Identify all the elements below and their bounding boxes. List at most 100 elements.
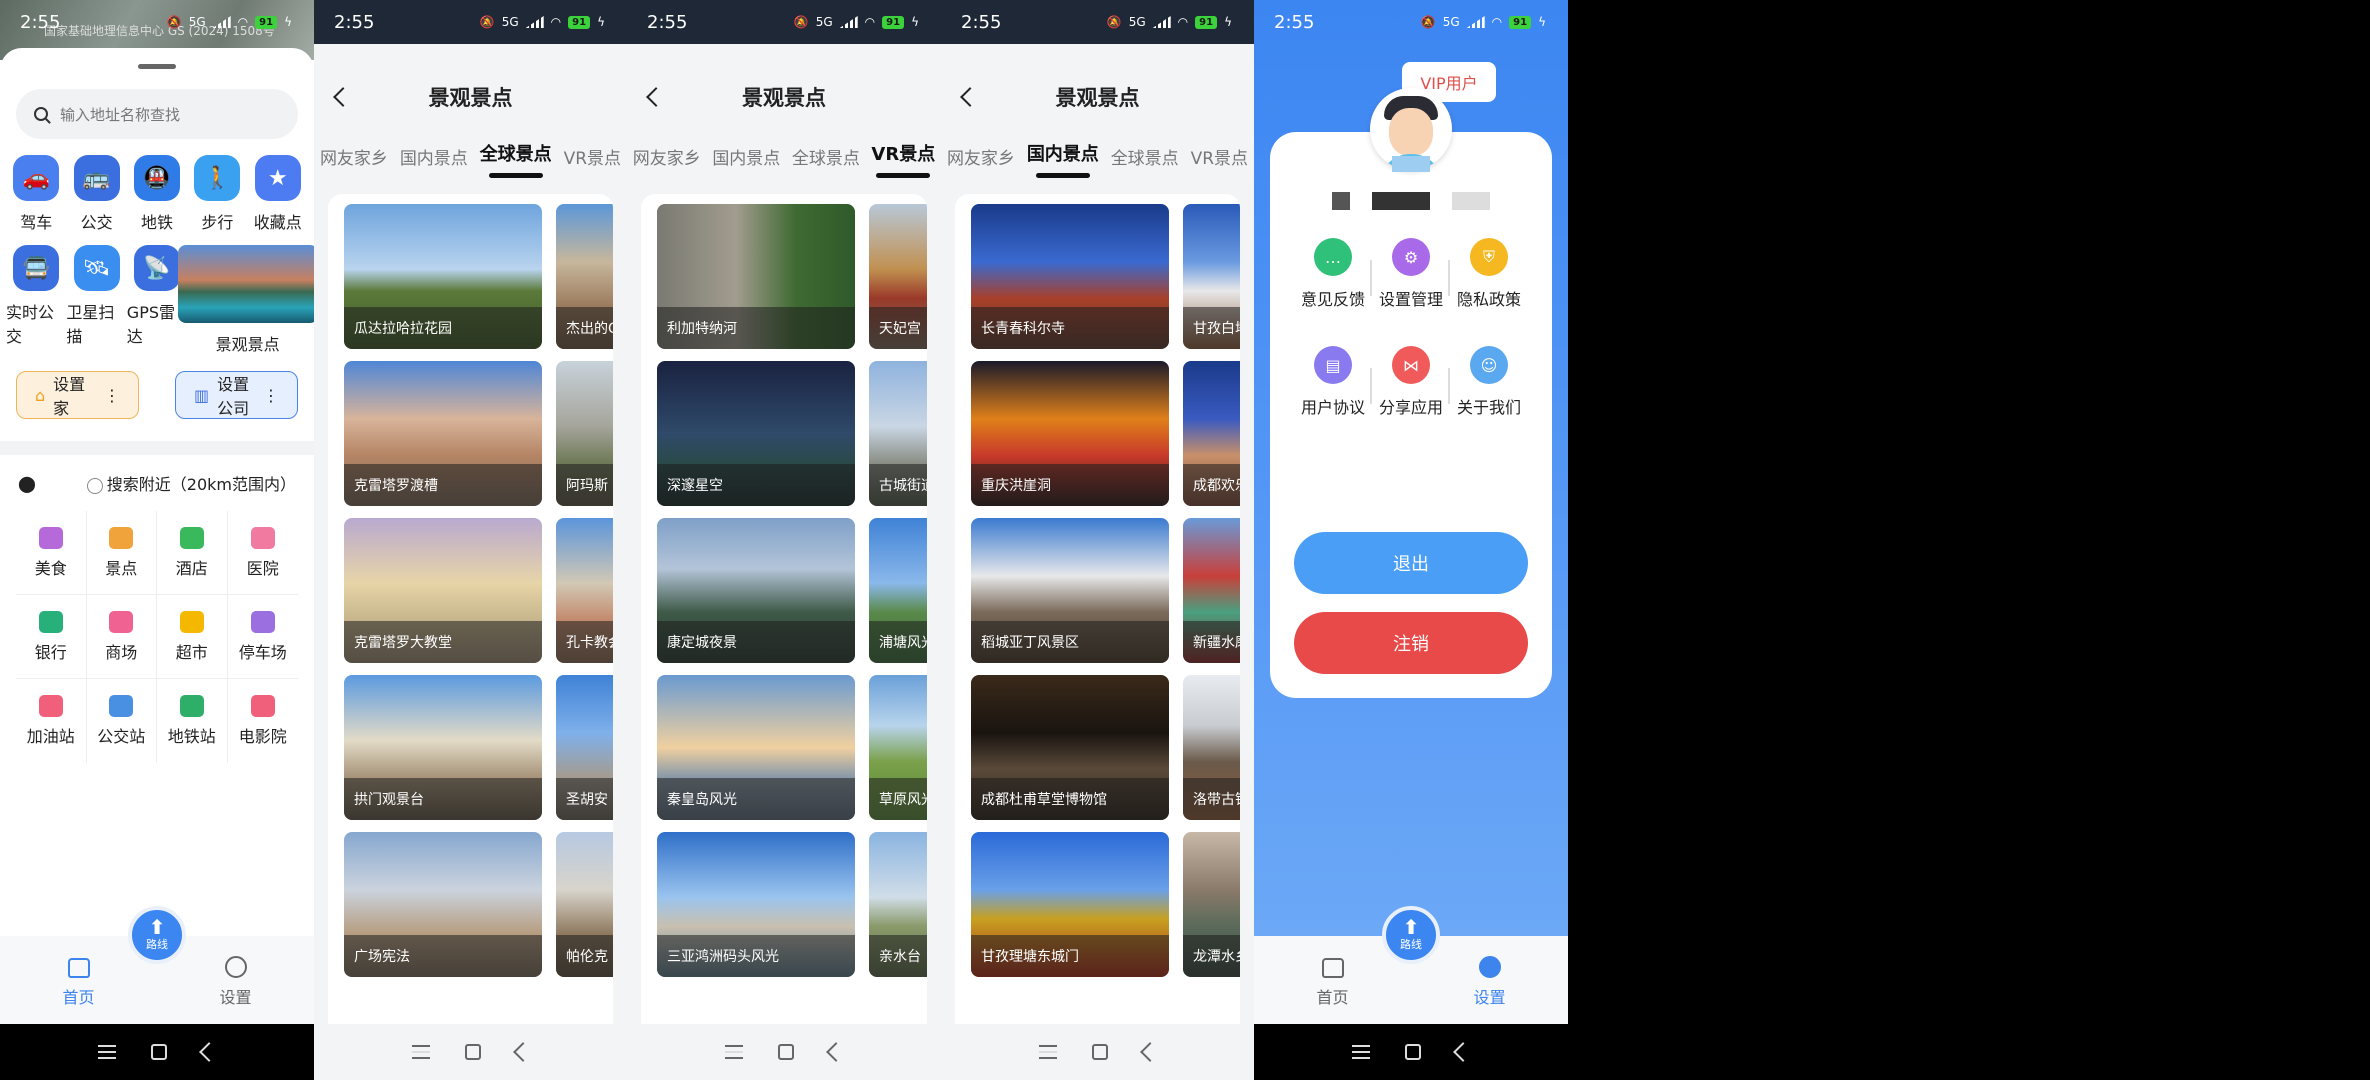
scenic-entry[interactable]: 景观景点 bbox=[177, 245, 314, 355]
poi-item[interactable]: 景点 bbox=[86, 511, 157, 595]
home-nav-icon[interactable] bbox=[1091, 1044, 1108, 1060]
scenic-card[interactable]: 长青春科尔寺 bbox=[971, 204, 1169, 349]
poi-item[interactable]: 加油站 bbox=[16, 679, 87, 763]
scenic-card[interactable]: 古城街道 bbox=[869, 361, 927, 506]
settings-item-share[interactable]: ⋈ 分享应用 bbox=[1372, 346, 1450, 418]
scenic-card[interactable]: 草原风光 bbox=[869, 675, 927, 820]
poi-item[interactable]: 酒店 bbox=[157, 511, 228, 595]
tab-3[interactable]: VR景点 bbox=[871, 140, 935, 178]
scenic-card[interactable]: 新疆水磨沟风景区 bbox=[1183, 518, 1240, 663]
scenic-card[interactable]: 成都欢乐谷 bbox=[1183, 361, 1240, 506]
scenic-card[interactable]: 康定城夜景 bbox=[657, 518, 855, 663]
home-nav-icon[interactable] bbox=[464, 1044, 481, 1060]
scenic-card[interactable]: 利加特纳河 bbox=[657, 204, 855, 349]
tab-1[interactable]: 国内景点 bbox=[712, 144, 780, 182]
scenic-card[interactable]: 孔卡教会 bbox=[556, 518, 613, 663]
back-nav-icon[interactable] bbox=[1139, 1042, 1160, 1062]
scenic-card[interactable]: 圣胡安 · 特奥蒂瓦坎 bbox=[556, 675, 613, 820]
logout-button[interactable]: 退出 bbox=[1294, 532, 1528, 594]
tab-settings[interactable]: 设置 bbox=[191, 956, 281, 1008]
tab-home[interactable]: 首页 bbox=[1288, 958, 1378, 1008]
scenic-card[interactable]: 帕伦克 bbox=[556, 832, 613, 977]
scenic-card[interactable]: 亲水台 bbox=[869, 832, 927, 977]
scenic-card[interactable]: 阿玛斯 · 克雷塔罗广场 bbox=[556, 361, 613, 506]
nearby-toggle[interactable]: 搜索附近（20km范围内） bbox=[86, 471, 296, 495]
poi-item[interactable]: 停车场 bbox=[227, 595, 298, 679]
scenic-card[interactable]: 克雷塔罗大教堂 bbox=[344, 518, 542, 663]
scenic-card[interactable]: 克雷塔罗渡槽 bbox=[344, 361, 542, 506]
poi-item[interactable]: 医院 bbox=[227, 511, 298, 595]
home-nav-icon[interactable] bbox=[777, 1044, 794, 1060]
scenic-card[interactable]: 广场宪法 bbox=[344, 832, 542, 977]
menu-icon[interactable] bbox=[411, 1045, 430, 1059]
scenic-card[interactable]: 秦皇岛风光 bbox=[657, 675, 855, 820]
scenic-card[interactable]: 三亚鸿洲码头风光 bbox=[657, 832, 855, 977]
poi-item[interactable]: 地铁站 bbox=[157, 679, 228, 763]
set-company-button[interactable]: ▥ 设置公司 ⋮ bbox=[175, 371, 298, 419]
scenic-card[interactable]: 龙潭水乡 bbox=[1183, 832, 1240, 977]
home-nav-icon[interactable] bbox=[150, 1044, 167, 1060]
poi-item[interactable]: 电影院 bbox=[228, 679, 299, 763]
settings-item-document[interactable]: ▤ 用户协议 bbox=[1294, 346, 1372, 418]
scenic-card[interactable]: 洛带古镇景区 bbox=[1183, 675, 1240, 820]
card-list[interactable]: 瓜达拉哈拉花园杰出的Queretanos万神殿克雷塔罗渡槽阿玛斯 · 克雷塔罗广… bbox=[328, 194, 613, 1066]
tab-1[interactable]: 国内景点 bbox=[400, 144, 468, 182]
poi-item[interactable]: 美食 bbox=[16, 511, 87, 595]
card-list[interactable]: 利加特纳河天妃宫深邃星空古城街道康定城夜景浦塘风光秦皇岛风光草原风光三亚鸿洲码头… bbox=[641, 194, 927, 1066]
set-home-button[interactable]: ⌂ 设置家 ⋮ bbox=[16, 371, 139, 419]
mode-star[interactable]: ★ 收藏点 bbox=[248, 155, 308, 233]
back-nav-icon[interactable] bbox=[826, 1042, 847, 1062]
mode-realtime-bus[interactable]: 🚍 实时公交 bbox=[6, 245, 66, 355]
route-button[interactable]: ⬆ 路线 bbox=[1382, 906, 1440, 964]
tab-2[interactable]: 全球景点 bbox=[1111, 144, 1179, 182]
scenic-card[interactable]: 成都杜甫草堂博物馆 bbox=[971, 675, 1169, 820]
back-nav-icon[interactable] bbox=[199, 1042, 220, 1062]
menu-icon[interactable] bbox=[724, 1045, 743, 1059]
poi-item[interactable]: 银行 bbox=[16, 595, 87, 679]
menu-icon[interactable] bbox=[1351, 1045, 1370, 1059]
cancel-account-button[interactable]: 注销 bbox=[1294, 612, 1528, 674]
tab-2[interactable]: 全球景点 bbox=[480, 140, 552, 178]
scenic-card[interactable]: 甘孜理塘东城门 bbox=[971, 832, 1169, 977]
more-icon[interactable]: ⋮ bbox=[263, 386, 279, 405]
poi-item[interactable]: 公交站 bbox=[87, 679, 157, 763]
more-icon[interactable]: ⋮ bbox=[104, 386, 120, 405]
scenic-card[interactable]: 甘孜白塔公园 bbox=[1183, 204, 1240, 349]
mode-car[interactable]: 🚗 驾车 bbox=[6, 155, 66, 233]
scenic-card[interactable]: 稻城亚丁风景区 bbox=[971, 518, 1169, 663]
route-button[interactable]: ⬆ 路线 bbox=[128, 906, 186, 964]
settings-item-gear[interactable]: ⚙ 设置管理 bbox=[1372, 238, 1450, 310]
sheet-handle[interactable] bbox=[138, 64, 176, 69]
tab-settings[interactable]: 设置 bbox=[1445, 956, 1535, 1008]
tab-0[interactable]: 网友家乡 bbox=[320, 144, 388, 182]
scenic-card[interactable]: 瓜达拉哈拉花园 bbox=[344, 204, 542, 349]
tab-0[interactable]: 网友家乡 bbox=[947, 144, 1015, 182]
mode-satellite[interactable]: 🛰 卫星扫描 bbox=[66, 245, 126, 355]
tab-3[interactable]: VR景点 bbox=[564, 144, 621, 182]
back-nav-icon[interactable] bbox=[512, 1042, 533, 1062]
scenic-card[interactable]: 杰出的Queretanos万神殿 bbox=[556, 204, 613, 349]
poi-item[interactable]: 超市 bbox=[157, 595, 228, 679]
scenic-card[interactable]: 浦塘风光 bbox=[869, 518, 927, 663]
home-nav-icon[interactable] bbox=[1404, 1044, 1421, 1060]
menu-icon[interactable] bbox=[1038, 1045, 1057, 1059]
radio-icon[interactable] bbox=[86, 477, 103, 494]
scenic-card[interactable]: 深邃星空 bbox=[657, 361, 855, 506]
scenic-card[interactable]: 天妃宫 bbox=[869, 204, 927, 349]
mode-bus[interactable]: 🚌 公交 bbox=[66, 155, 126, 233]
poi-item[interactable]: 商场 bbox=[86, 595, 157, 679]
search-input[interactable]: 输入地址名称查找 bbox=[16, 89, 298, 139]
settings-item-shield[interactable]: ⛨ 隐私政策 bbox=[1450, 238, 1528, 310]
tab-0[interactable]: 网友家乡 bbox=[633, 144, 701, 182]
tab-home[interactable]: 首页 bbox=[34, 958, 124, 1008]
back-nav-icon[interactable] bbox=[1453, 1042, 1474, 1062]
scenic-card[interactable]: 重庆洪崖洞 bbox=[971, 361, 1169, 506]
tab-3[interactable]: VR景点 bbox=[1191, 144, 1248, 182]
settings-item-feedback[interactable]: … 意见反馈 bbox=[1294, 238, 1372, 310]
mode-metro[interactable]: 🚇 地铁 bbox=[127, 155, 187, 233]
menu-icon[interactable] bbox=[97, 1045, 116, 1059]
tab-2[interactable]: 全球景点 bbox=[792, 144, 860, 182]
settings-item-people[interactable]: ☺ 关于我们 bbox=[1450, 346, 1528, 418]
mode-walk[interactable]: 🚶 步行 bbox=[187, 155, 247, 233]
tab-1[interactable]: 国内景点 bbox=[1027, 140, 1099, 178]
